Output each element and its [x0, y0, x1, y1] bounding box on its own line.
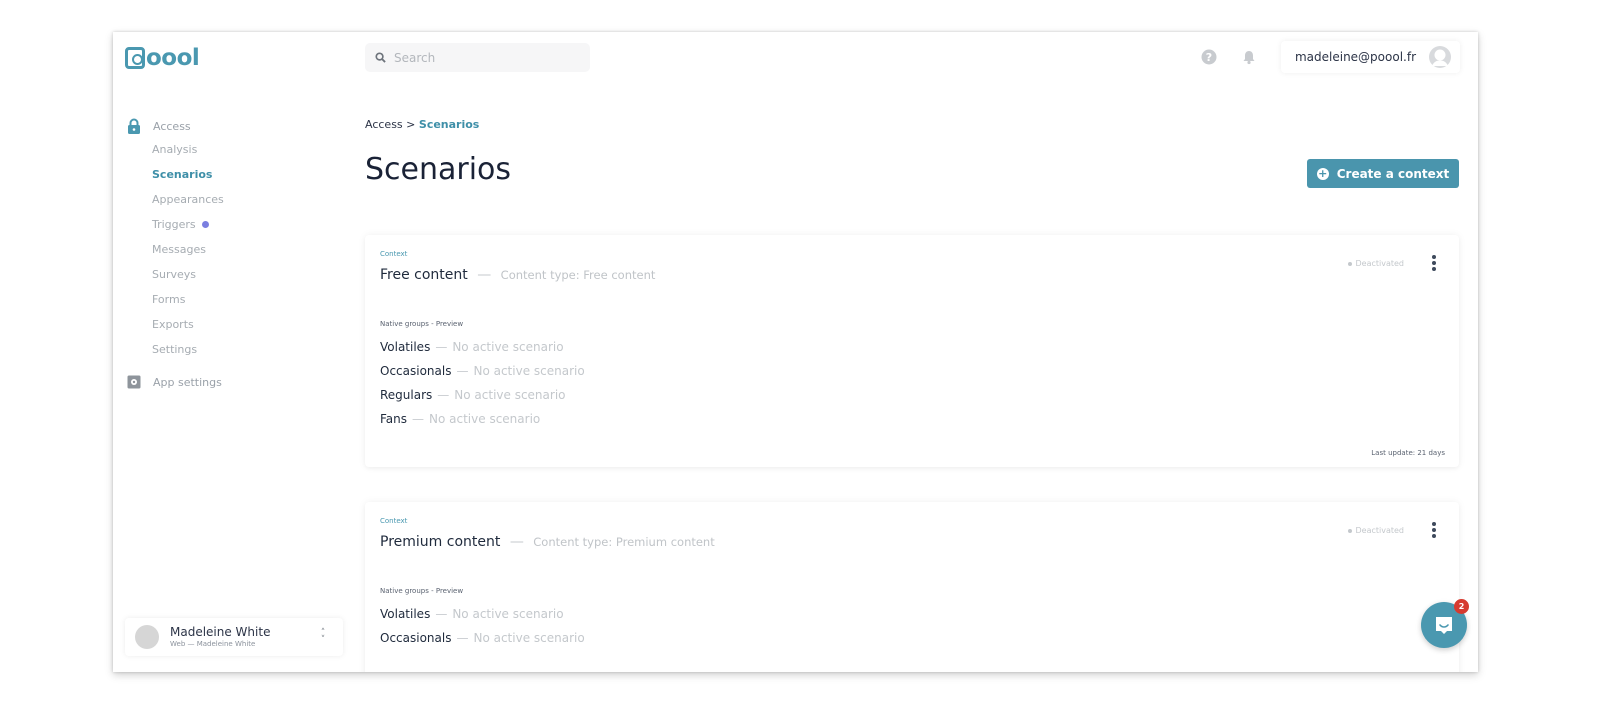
chat-bubble-icon: [1436, 617, 1452, 634]
context-card: Context Free content — Content type: Fre…: [365, 235, 1459, 467]
group-list: Volatiles — No active scenario Occasionals…: [380, 340, 585, 436]
list-item[interactable]: Fans — No active scenario: [380, 412, 585, 436]
groups-label: Native groups - Preview: [380, 587, 464, 595]
more-options-icon[interactable]: [1429, 520, 1439, 540]
logo-mark-icon: [125, 47, 145, 69]
sidebar-item-messages[interactable]: Messages: [113, 237, 363, 262]
sidebar-item-forms[interactable]: Forms: [113, 287, 363, 312]
sidebar-section-label: Access: [153, 119, 191, 133]
list-item[interactable]: Occasionals — No active scenario: [380, 631, 585, 655]
status-badge: Deactivated: [1348, 526, 1404, 535]
sidebar-nav-access: Access Analysis Scenarios Appearances Tr…: [113, 115, 363, 362]
context-name[interactable]: Premium content: [380, 534, 500, 550]
status-dot-icon: [1348, 528, 1353, 533]
user-subtitle: Web — Madeleine White: [170, 640, 256, 648]
logo-text: oool: [146, 45, 200, 71]
more-options-icon[interactable]: [1429, 253, 1439, 273]
sidebar-section-label: App settings: [153, 375, 222, 389]
poool-logo[interactable]: oool: [125, 45, 200, 71]
main-content: Access > Scenarios Scenarios + Create a …: [365, 32, 1478, 672]
list-item[interactable]: Occasionals — No active scenario: [380, 364, 585, 388]
app-window: oool Access Analysis Scenarios Appearanc…: [113, 32, 1478, 672]
status-dot-icon: [1348, 261, 1353, 266]
sidebar-item-triggers[interactable]: Triggers: [113, 212, 363, 237]
avatar: [135, 625, 159, 649]
sidebar-item-settings[interactable]: Settings: [113, 337, 363, 362]
sidebar-item-appearances[interactable]: Appearances: [113, 187, 363, 212]
list-item[interactable]: Volatiles — No active scenario: [380, 340, 585, 364]
breadcrumb-parent[interactable]: Access: [365, 118, 403, 131]
context-content-type: Content type: Premium content: [533, 535, 715, 549]
groups-label: Native groups - Preview: [380, 320, 464, 328]
list-item[interactable]: Regulars — No active scenario: [380, 388, 585, 412]
sidebar: oool Access Analysis Scenarios Appearanc…: [113, 32, 363, 672]
status-badge: Deactivated: [1348, 259, 1404, 268]
group-list: Volatiles — No active scenario Occasionals…: [380, 607, 585, 655]
unread-count-badge: 2: [1454, 599, 1469, 614]
list-item[interactable]: Volatiles — No active scenario: [380, 607, 585, 631]
breadcrumb: Access > Scenarios: [365, 118, 479, 131]
context-name[interactable]: Free content: [380, 267, 468, 283]
context-card: Context Premium content — Content type: …: [365, 502, 1459, 672]
context-title: Free content — Content type: Free conten…: [380, 267, 656, 283]
last-update: Last update: 21 days: [1371, 449, 1445, 457]
breadcrumb-current: Scenarios: [418, 118, 480, 131]
context-content-type: Content type: Free content: [500, 268, 656, 282]
sidebar-item-analysis[interactable]: Analysis: [113, 137, 363, 162]
plus-circle-icon: +: [1316, 166, 1329, 180]
context-title: Premium content — Content type: Premium …: [380, 534, 715, 550]
sidebar-section-app-settings[interactable]: App settings: [113, 371, 363, 393]
page-title: Scenarios: [365, 152, 512, 187]
user-name: Madeleine White: [170, 625, 271, 639]
chat-launcher-button[interactable]: 2: [1421, 599, 1469, 648]
breadcrumb-separator: >: [406, 118, 416, 131]
chevron-up-down-icon: ˄ ˅: [320, 628, 326, 645]
sidebar-item-exports[interactable]: Exports: [113, 312, 363, 337]
gear-icon: [127, 375, 141, 389]
sidebar-item-surveys[interactable]: Surveys: [113, 262, 363, 287]
new-indicator-dot: [201, 221, 209, 228]
context-label: Context: [380, 517, 408, 525]
sidebar-section-access[interactable]: Access: [113, 115, 363, 137]
sidebar-item-scenarios[interactable]: Scenarios: [113, 162, 363, 187]
create-context-button[interactable]: + Create a context: [1307, 159, 1459, 188]
context-label: Context: [380, 250, 408, 258]
sidebar-nav-app-settings: App settings: [113, 371, 363, 393]
lock-icon: [128, 118, 140, 134]
user-switcher[interactable]: Madeleine White Web — Madeleine White ˄ ˅: [125, 618, 343, 656]
